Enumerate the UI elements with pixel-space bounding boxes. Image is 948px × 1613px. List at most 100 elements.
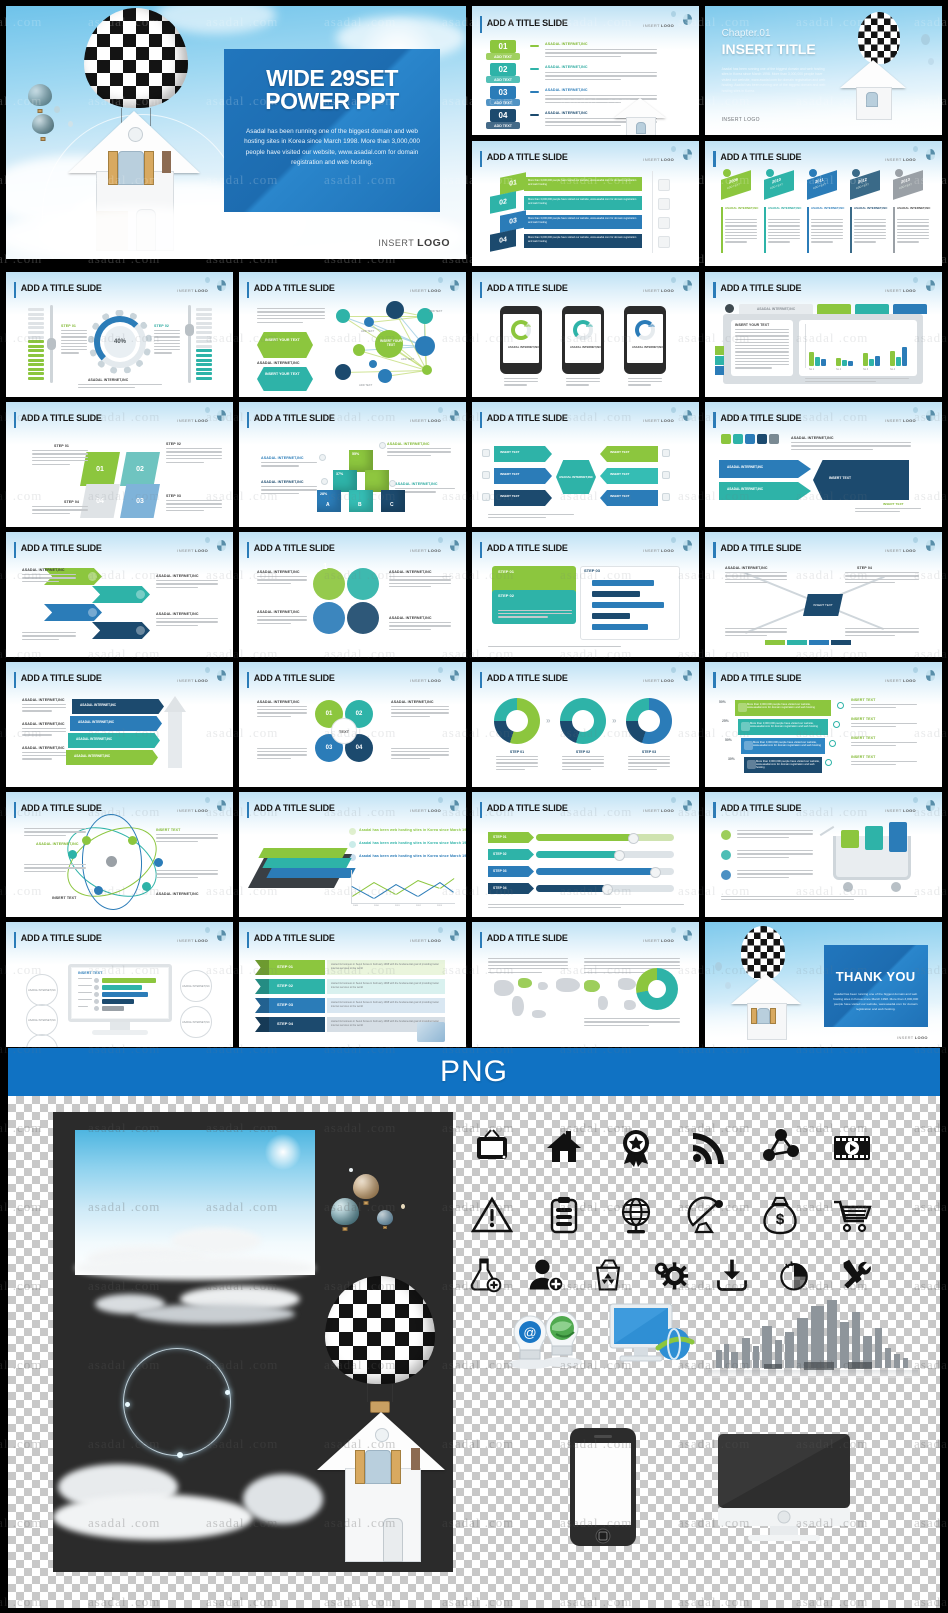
tv-icon[interactable] xyxy=(471,1126,513,1168)
slide-logo[interactable]: INSERT LOGO xyxy=(885,288,916,293)
slide-logo[interactable]: INSERT LOGO xyxy=(885,418,916,423)
step-tag-1[interactable]: STEP 02 xyxy=(488,849,534,860)
add-text-chip[interactable]: ADD TEXT xyxy=(486,122,520,129)
center-tag[interactable]: INSERT TEXT xyxy=(803,594,843,616)
layered-cards-chart-slide[interactable]: ADD A TITLE SLIDE INSERT LOGO Asadal has b… xyxy=(239,792,466,917)
center-hex[interactable]: ASADAL INTERNET,INC xyxy=(556,460,596,494)
atom-orbit-slide[interactable]: ADD A TITLE SLIDE INSERT LOGO ASADAL INTER… xyxy=(6,792,233,917)
add-text-chip[interactable]: ADD TEXT xyxy=(486,76,520,83)
film-play-icon[interactable] xyxy=(831,1126,873,1168)
slide-logo[interactable]: INSERT LOGO xyxy=(643,678,674,683)
converging-arrows-slide[interactable]: ADD A TITLE SLIDE INSERT LOGO ASADAL INTER… xyxy=(472,402,699,527)
numbered-list-slide[interactable]: ADD A TITLE SLIDE INSERT LOGO 01 ADD TEXT AS… xyxy=(472,6,699,135)
slide-logo[interactable]: INSERT LOGO xyxy=(177,678,208,683)
network-node[interactable] xyxy=(415,336,435,356)
slide-logo[interactable]: INSERT LOGO xyxy=(643,288,674,293)
user-icon[interactable] xyxy=(721,870,731,880)
insert-text-hex-teal[interactable]: INSERT YOUR TEXT xyxy=(257,367,313,391)
user-add-icon[interactable] xyxy=(527,1256,565,1294)
network-diagram-slide[interactable]: ADD A TITLE SLIDE INSERT LOGO INSERT YOUR … xyxy=(239,272,466,397)
flask-add-icon[interactable] xyxy=(465,1256,503,1294)
arrow-band-1[interactable]: ASADAL INTERNET,INC xyxy=(719,460,811,478)
arrow-right-2[interactable]: INSERT TEXT xyxy=(600,490,658,506)
slide-logo[interactable]: INSERT LOGO xyxy=(643,808,674,813)
cube[interactable] xyxy=(349,490,373,512)
step-label-3[interactable]: STEP 04 xyxy=(269,1017,325,1032)
icon-circle-3[interactable] xyxy=(347,602,379,634)
slide-logo[interactable]: INSERT LOGO xyxy=(643,938,674,943)
legend-swatch[interactable] xyxy=(721,434,731,444)
satellite-dish-icon[interactable] xyxy=(687,1194,729,1236)
icon-circle-1[interactable] xyxy=(347,568,379,600)
ribbon-1[interactable]: ASADAL INTERNET,INC xyxy=(68,733,160,748)
step-number-tag[interactable]: 04 xyxy=(490,229,516,252)
cart-item[interactable] xyxy=(889,822,907,852)
image-icon[interactable] xyxy=(817,304,851,314)
legend-swatch[interactable] xyxy=(757,434,767,444)
slider-handle[interactable] xyxy=(47,338,56,350)
money-bag-icon[interactable]: $ xyxy=(759,1194,801,1236)
shopping-cart-icon[interactable] xyxy=(831,1194,873,1236)
warning-triangle-icon[interactable] xyxy=(471,1194,513,1236)
network-node[interactable] xyxy=(386,301,404,319)
arrow-left-0[interactable]: INSERT TEXT xyxy=(494,446,552,462)
cube[interactable] xyxy=(365,470,389,492)
cart-item[interactable] xyxy=(865,826,883,850)
chapter-cover-slide[interactable]: Chapter.01 INSERT TITLE Asadal has been ru… xyxy=(705,6,942,135)
world-map-slide[interactable]: ADD A TITLE SLIDE INSERT LOGO xyxy=(472,922,699,1047)
company-circle[interactable]: ASADAL INTERNET,INC xyxy=(180,970,212,1002)
thank-you-slide[interactable]: THANK YOU Asadal has been running one of … xyxy=(705,922,942,1047)
slide-logo[interactable]: INSERT LOGO xyxy=(643,157,674,162)
funnel-band-0[interactable]: More than 3,000,000 people have visited … xyxy=(735,700,831,716)
hex-segment-03[interactable]: 03 xyxy=(120,484,160,518)
tabbed-chart-slide[interactable]: ADD A TITLE SLIDE INSERT LOGO ASADAL INTER… xyxy=(705,272,942,397)
user-icon[interactable] xyxy=(482,471,490,479)
arrow-left-2[interactable]: INSERT TEXT xyxy=(494,490,552,506)
company-circle[interactable]: ASADAL INTERNET,INC xyxy=(26,1004,58,1036)
share-network-icon[interactable] xyxy=(319,454,326,461)
lock-icon[interactable] xyxy=(379,442,386,449)
slider-track[interactable] xyxy=(188,305,191,383)
donut-steps-slide[interactable]: ADD A TITLE SLIDE INSERT LOGO STEP 01 » STEP… xyxy=(472,662,699,787)
network-node[interactable] xyxy=(369,360,377,368)
slide-logo[interactable]: INSERT LOGO xyxy=(885,808,916,813)
camera-icon[interactable] xyxy=(893,304,927,314)
award-badge-icon[interactable] xyxy=(615,1126,657,1168)
year-icon-badge[interactable] xyxy=(723,169,731,177)
globe-stand-icon[interactable] xyxy=(615,1194,657,1236)
smartphone-mockup[interactable] xyxy=(624,306,666,374)
slide-logo[interactable]: INSERT LOGO xyxy=(177,288,208,293)
network-node[interactable] xyxy=(335,364,351,380)
slide-logo[interactable]: INSERT LOGO xyxy=(885,157,916,162)
orbit-node[interactable] xyxy=(142,882,151,891)
lock-icon[interactable] xyxy=(662,493,670,501)
cross-diagram-slide[interactable]: ADD A TITLE SLIDE INSERT LOGO ASADAL INTER… xyxy=(705,532,942,657)
orbit-node[interactable] xyxy=(94,886,103,895)
slider-handle[interactable] xyxy=(628,832,639,844)
ribbon-2[interactable]: ASADAL INTERNET,INC xyxy=(70,716,162,731)
slide-logo[interactable]: INSERT LOGO xyxy=(643,418,674,423)
arrow-band-3[interactable]: INSERT TEXT xyxy=(813,460,909,500)
icon-circle-0[interactable] xyxy=(313,568,345,600)
slide-logo[interactable]: INSERT LOGO xyxy=(897,1035,928,1040)
add-text-chip[interactable]: ADD TEXT xyxy=(486,53,520,60)
slide-logo[interactable]: INSERT LOGO xyxy=(410,548,441,553)
orbit-node[interactable] xyxy=(128,836,137,845)
step-tag-2[interactable]: STEP 03 xyxy=(488,866,534,877)
slider-handle[interactable] xyxy=(614,849,625,861)
icon-badge[interactable] xyxy=(349,841,356,848)
mobile-phones-slide[interactable]: ADD A TITLE SLIDE INSERT LOGO 95% ASADAL IN… xyxy=(472,272,699,397)
slide-logo[interactable]: INSERT LOGO xyxy=(177,418,208,423)
numbered-circles-slide[interactable]: ADD A TITLE SLIDE INSERT LOGO 01 02 03 04 TEXT… xyxy=(239,662,466,787)
monitor-chart-slide[interactable]: ADD A TITLE SLIDE INSERT LOGO INSERT TEXT A… xyxy=(6,922,233,1047)
ribbon-steps-slide[interactable]: ADD A TITLE SLIDE INSERT LOGO 01 More than … xyxy=(472,141,699,266)
slide-logo[interactable]: INSERT LOGO xyxy=(885,678,916,683)
ascending-ribbons-slide[interactable]: ADD A TITLE SLIDE INSERT LOGO ASADAL INTER… xyxy=(6,662,233,787)
smartphone-mockup[interactable] xyxy=(562,306,604,374)
circle-icons-slide[interactable]: ADD A TITLE SLIDE INSERT LOGO 1 ASADAL INTE… xyxy=(239,532,466,657)
ribbon-3[interactable]: ASADAL INTERNET,INC xyxy=(72,699,164,714)
hex-segment-02[interactable]: 02 xyxy=(120,452,160,486)
slider-handle[interactable] xyxy=(602,883,613,895)
pie-mouse-icon[interactable] xyxy=(775,1256,813,1294)
home-icon[interactable] xyxy=(662,449,670,457)
